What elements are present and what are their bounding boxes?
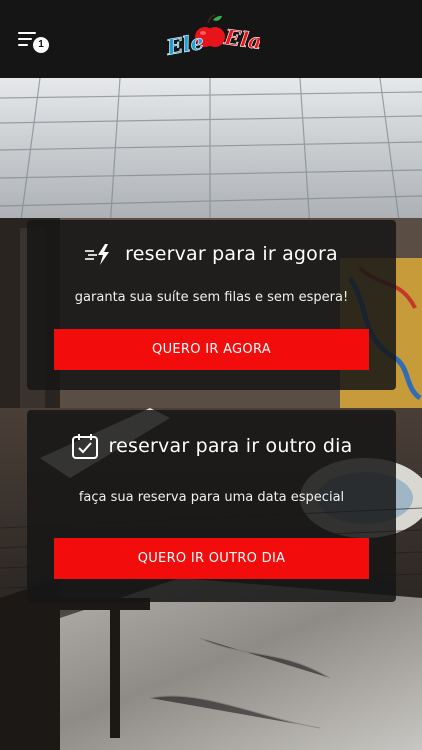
ele-ela-logo: Ele Ela: [164, 14, 260, 60]
card-title: reservar para ir agora: [125, 243, 338, 265]
go-now-button[interactable]: QUERO IR AGORA: [54, 329, 369, 370]
notification-badge: 1: [33, 37, 49, 53]
go-other-day-button[interactable]: QUERO IR OUTRO DIA: [54, 538, 369, 579]
logo-text-right: Ela: [222, 24, 260, 54]
card-title: reservar para ir outro dia: [108, 435, 353, 457]
card-subtitle: garanta sua suíte sem filas e sem espera…: [74, 290, 349, 305]
calendar-check-icon: [71, 434, 98, 459]
logo-text-left: Ele: [164, 29, 206, 60]
fast-lightning-icon: [85, 244, 110, 265]
app-header: 1 Ele Ela: [0, 0, 422, 78]
card-title-row: reservar para ir outro dia: [27, 432, 396, 460]
reserve-now-card: reservar para ir agora garanta sua suíte…: [27, 220, 396, 390]
card-subtitle: faça sua reserva para uma data especial: [78, 490, 345, 505]
card-title-row: reservar para ir agora: [27, 242, 396, 266]
menu-button[interactable]: 1: [16, 28, 50, 54]
reserve-other-day-card: reservar para ir outro dia faça sua rese…: [27, 410, 396, 602]
